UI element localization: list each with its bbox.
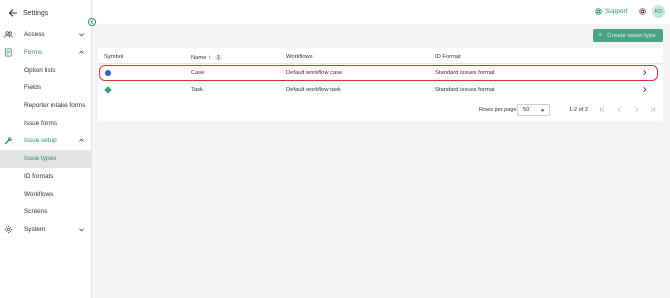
sidebar: Settings Access Forms Option lists Field… xyxy=(0,0,92,298)
sidebar-item-system[interactable]: System xyxy=(0,221,91,239)
row-highlight-box xyxy=(99,65,658,81)
sidebar-sub-fields[interactable]: Fields xyxy=(0,79,91,97)
sidebar-item-label: System xyxy=(24,225,46,233)
issue-types-table: Symbol Name ↑ 1 Workflows ID Format Case… xyxy=(98,48,663,121)
column-header-workflows[interactable]: Workflows xyxy=(286,54,313,60)
pagination: Rows per page 50 1-2 of 2 xyxy=(98,100,663,120)
chevron-down-icon xyxy=(79,33,84,37)
support-label: Support xyxy=(605,8,628,15)
sidebar-item-label: Access xyxy=(24,31,45,39)
sidebar-sub-issue-types[interactable]: Issue types xyxy=(0,149,91,168)
table-row[interactable]: Task Default workflow task Standard issu… xyxy=(98,82,663,98)
sidebar-item-issue-setup[interactable]: Issue setup xyxy=(0,132,91,150)
rows-per-page-label: Rows per page xyxy=(479,107,517,113)
column-header-symbol[interactable]: Symbol xyxy=(104,54,123,60)
green-diamond-symbol xyxy=(104,86,112,94)
gear-icon xyxy=(4,225,13,234)
sidebar-item-label: Issue setup xyxy=(24,137,57,145)
lifebuoy-icon xyxy=(595,8,602,15)
rows-per-page-value: 50 xyxy=(523,107,530,113)
plus-icon: + xyxy=(598,32,603,39)
sidebar-item-forms[interactable]: Forms xyxy=(0,44,91,62)
row-workflow: Default workflow task xyxy=(286,87,341,93)
row-name: Task xyxy=(191,87,203,93)
row-id-format: Standard issues format xyxy=(435,87,495,93)
back-arrow-icon[interactable] xyxy=(8,8,18,18)
chevron-up-icon xyxy=(79,139,84,143)
top-bar: Support KD xyxy=(93,0,670,24)
caret-down-icon xyxy=(540,109,545,112)
sidebar-item-access[interactable]: Access xyxy=(0,26,91,44)
sidebar-sub-option-lists[interactable]: Option lists xyxy=(0,61,91,79)
first-page-icon[interactable] xyxy=(599,106,606,113)
chevron-down-icon xyxy=(79,228,84,232)
pagination-range: 1-2 of 2 xyxy=(569,107,588,113)
sidebar-sub-workflows[interactable]: Workflows xyxy=(0,185,91,203)
chevron-right-icon[interactable] xyxy=(641,86,648,93)
next-page-icon[interactable] xyxy=(633,106,640,113)
sidebar-item-label: Forms xyxy=(24,49,43,57)
gear-icon[interactable] xyxy=(638,7,647,16)
create-button-label: Create issue type xyxy=(607,32,656,39)
create-issue-type-button[interactable]: + Create issue type xyxy=(593,29,663,42)
sidebar-sub-reporter-intake-forms[interactable]: Reporter intake forms xyxy=(0,97,91,115)
column-header-name[interactable]: Name ↑ 1 xyxy=(191,54,222,61)
sidebar-sub-id-formats[interactable]: ID formats xyxy=(0,168,91,186)
sort-ascending-icon: ↑ xyxy=(208,54,212,62)
chevron-left-icon xyxy=(90,19,94,25)
column-header-id-format[interactable]: ID Format xyxy=(435,54,461,60)
chevron-up-icon xyxy=(79,50,84,54)
settings-title: Settings xyxy=(23,9,49,17)
last-page-icon[interactable] xyxy=(649,106,656,113)
people-icon xyxy=(4,31,13,39)
sort-order-badge: 1 xyxy=(214,54,222,61)
avatar[interactable]: KD xyxy=(652,5,665,18)
settings-header[interactable]: Settings xyxy=(0,0,91,26)
sidebar-sub-issue-forms[interactable]: Issue forms xyxy=(0,114,91,132)
wrench-icon xyxy=(4,137,13,145)
sidebar-sub-screens[interactable]: Screens xyxy=(0,203,91,221)
table-header: Symbol Name ↑ 1 Workflows ID Format xyxy=(98,48,663,64)
previous-page-icon[interactable] xyxy=(616,106,623,113)
support-link[interactable]: Support xyxy=(595,8,627,15)
form-icon xyxy=(4,48,12,57)
collapse-sidebar-button[interactable] xyxy=(88,18,96,26)
column-header-label: Name xyxy=(191,55,207,62)
rows-per-page-select[interactable]: 50 xyxy=(517,104,550,116)
